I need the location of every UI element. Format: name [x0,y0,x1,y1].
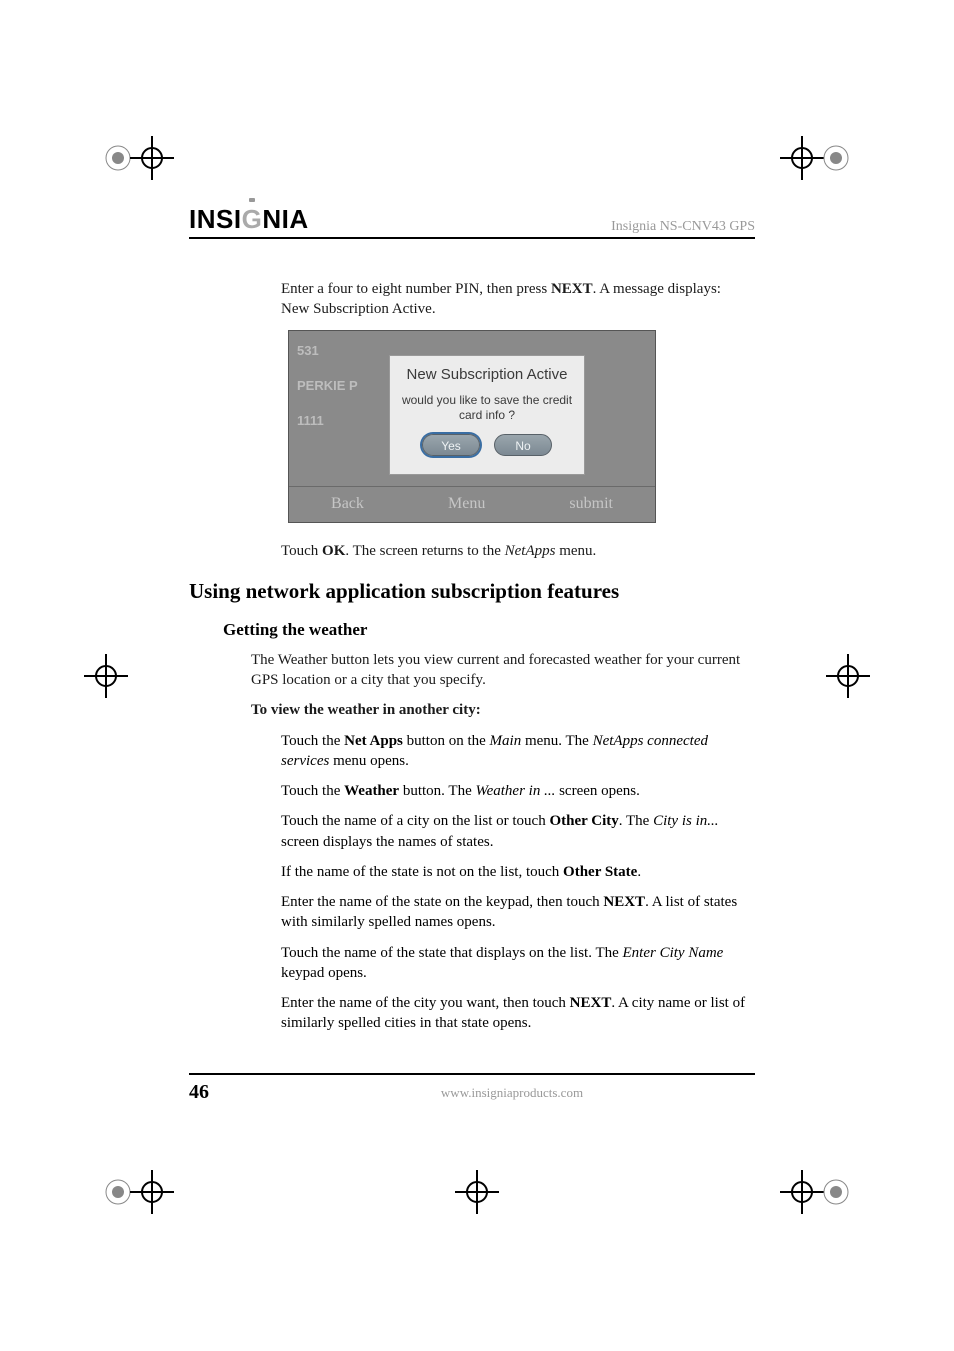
crosshair-icon [455,1170,499,1214]
page-header: INSIGNIA Insignia NS-CNV43 GPS [189,204,755,239]
brand-logo: INSIGNIA [189,204,309,235]
dialog-question: would you like to save the credit card i… [390,393,584,424]
text-bold: NEXT [603,894,645,910]
text: . The [619,813,653,829]
dialog-box: New Subscription Active would you like t… [389,355,585,475]
no-button[interactable]: No [494,434,552,456]
page-number: 46 [189,1081,209,1104]
crosshair-icon [84,654,128,698]
step: If the name of the state is not on the l… [281,862,755,882]
text-italic: Weather in ... [475,783,555,799]
text-bold: Other City [549,813,618,829]
text: menu. [555,543,596,559]
step: Touch the Net Apps button on the Main me… [281,731,755,772]
text: keypad opens. [281,965,367,981]
procedure-title: To view the weather in another city: [251,700,755,720]
brand-text: G [242,204,263,234]
submit-button[interactable]: submit [569,495,613,513]
text-bold: Net Apps [344,733,403,749]
menu-button[interactable]: Menu [448,495,485,513]
product-name: Insignia NS-CNV43 GPS [611,219,755,235]
step: Touch the name of the state that display… [281,943,755,984]
step: Enter the name of the city you want, the… [281,993,755,1034]
text: Touch the [281,783,344,799]
dialog-buttons: Yes No [390,434,584,456]
page-footer: 46 www.insigniaproducts.com [189,1073,755,1104]
crosshair-icon [130,1170,174,1214]
step: Touch the name of a city on the list or … [281,811,755,852]
page-content: INSIGNIA Insignia NS-CNV43 GPS Enter a f… [189,204,755,1104]
text: Enter a four to eight number PIN, then p… [281,281,551,297]
text: screen opens. [555,783,640,799]
registration-mark-icon [814,1170,858,1214]
text-italic: Main [490,733,522,749]
text: Touch [281,543,322,559]
text-bold: Weather [344,783,399,799]
subsection-heading: Getting the weather [223,620,755,640]
step: Touch the Weather button. The Weather in… [281,781,755,801]
screenshot-list: 531 PERKIE P 1111 [289,331,387,473]
crosshair-icon [826,654,870,698]
list-item: PERKIE P [297,378,387,393]
text: menu. The [521,733,592,749]
footer-url: www.insigniaproducts.com [269,1085,755,1101]
intro-paragraph: Enter a four to eight number PIN, then p… [281,279,745,320]
text: button on the [403,733,490,749]
text: Touch the name of a city on the list or … [281,813,549,829]
text-bold: NEXT [570,995,612,1011]
brand-text: INSI [189,204,242,234]
text: Touch the [281,733,344,749]
text: Enter the name of the state on the keypa… [281,894,603,910]
step: Enter the name of the state on the keypa… [281,892,755,933]
text: . [637,864,641,880]
text-italic: Enter City Name [623,945,724,961]
after-screenshot-paragraph: Touch OK. The screen returns to the NetA… [281,541,745,561]
yes-button[interactable]: Yes [422,434,480,456]
text: Touch the name of the state that display… [281,945,623,961]
section-heading: Using network application subscription f… [189,579,755,604]
registration-mark-icon [814,136,858,180]
crosshair-icon [130,136,174,180]
subsection-intro: The Weather button lets you view current… [251,650,755,691]
steps-list: Touch the Net Apps button on the Main me… [281,731,755,1034]
text: button. The [399,783,475,799]
text: screen displays the names of states. [281,834,493,850]
text-bold: OK [322,543,345,559]
text-italic: NetApps [505,543,556,559]
text: menu opens. [329,753,409,769]
text: If the name of the state is not on the l… [281,864,563,880]
text-italic: City is in... [653,813,718,829]
text-bold: Other State [563,864,637,880]
text-bold: NEXT [551,281,593,297]
back-button[interactable]: Back [331,495,364,513]
text: . The screen returns to the [345,543,504,559]
screenshot-bottom-bar: Back Menu submit [289,486,655,522]
list-item: 1111 [297,413,387,428]
text: Enter the name of the city you want, the… [281,995,570,1011]
brand-text: NIA [262,204,308,234]
dialog-title: New Subscription Active [390,366,584,383]
list-item: 531 [297,343,387,358]
device-screenshot: 531 PERKIE P 1111 New Subscription Activ… [288,330,656,523]
